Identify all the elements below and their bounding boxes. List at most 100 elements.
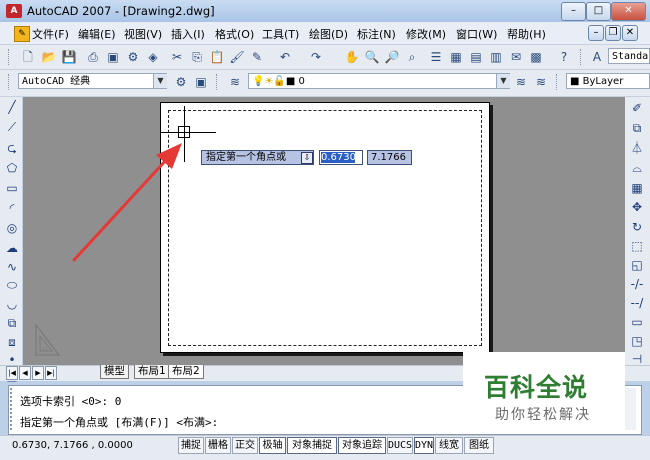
menu-tools[interactable]: 工具(T) [262, 26, 299, 42]
toolbar-grip[interactable] [556, 74, 560, 90]
close-button[interactable]: ✕ [611, 2, 646, 21]
3d-dwf-icon[interactable]: ◈ [144, 48, 162, 66]
last-tab-button[interactable]: ▶| [45, 366, 57, 380]
copy-icon[interactable]: ⎘ [188, 48, 206, 66]
workspace-save-icon[interactable]: ▣ [192, 73, 210, 91]
menu-file[interactable]: 文件(F) [32, 26, 69, 42]
text-style-icon[interactable]: A [588, 48, 606, 66]
scale-icon[interactable]: ⬚ [628, 238, 646, 255]
dyn-toggle[interactable]: DYN [414, 437, 434, 454]
menu-draw[interactable]: 绘图(D) [309, 26, 348, 42]
snap-toggle[interactable]: 捕捉 [178, 437, 204, 454]
command-window-grip[interactable] [10, 388, 15, 430]
break-icon[interactable]: ▭ [628, 314, 646, 331]
document-icon[interactable]: ✎ [14, 26, 30, 42]
color-combo[interactable]: ■ ByLayer [566, 73, 650, 89]
cursor-coordinates[interactable]: 0.6730, 7.1766 , 0.0000 [12, 440, 133, 451]
cut-icon[interactable]: ✂ [168, 48, 186, 66]
array-icon[interactable]: ▦ [628, 180, 646, 197]
doc-minimize-button[interactable]: – [588, 25, 604, 41]
help-icon[interactable]: ? [555, 48, 573, 66]
open-file-icon[interactable]: 📂 [40, 48, 58, 66]
layer-manager-icon[interactable]: ≋ [226, 73, 244, 91]
offset-icon[interactable]: ⌓ [628, 160, 646, 177]
revision-cloud-icon[interactable]: ☁ [3, 240, 21, 257]
toolbar-grip[interactable] [8, 49, 12, 65]
ducs-toggle[interactable]: DUCS [387, 437, 413, 454]
layer-dropdown-icon[interactable]: ▼ [496, 74, 510, 88]
ellipse-icon[interactable]: ⬭ [3, 277, 21, 294]
menu-window[interactable]: 窗口(W) [456, 26, 497, 42]
workspace-combo[interactable]: AutoCAD 经典 [18, 73, 167, 89]
menu-insert[interactable]: 插入(I) [171, 26, 205, 42]
autocad-app-icon[interactable]: A [6, 4, 22, 18]
paper-model-toggle[interactable]: 图纸 [464, 437, 494, 454]
command-prompt-line[interactable]: 指定第一个角点或 [布满(F)] <布满>: [20, 414, 218, 430]
match-properties-icon[interactable]: 🖌 [228, 48, 246, 66]
polar-toggle[interactable]: 极轴 [259, 437, 286, 454]
pan-icon[interactable]: ✋ [343, 48, 361, 66]
rectangle-icon[interactable]: ▭ [3, 180, 21, 197]
extend-icon[interactable]: --/ [628, 295, 646, 312]
text-style-combo[interactable]: Standa [608, 48, 650, 64]
next-tab-button[interactable]: ▶ [32, 366, 44, 380]
zoom-realtime-icon[interactable]: 🔍 [363, 48, 381, 66]
maximize-button[interactable]: □ [586, 2, 611, 21]
menu-edit[interactable]: 编辑(E) [78, 26, 116, 42]
tab-layout2[interactable]: 布局2 [168, 365, 204, 379]
copy-object-icon[interactable]: ⧉ [628, 120, 646, 137]
construction-line-icon[interactable]: ⟋ [3, 119, 21, 136]
polyline-icon[interactable]: ⮎ [3, 140, 21, 157]
markup-icon[interactable]: ✉ [507, 48, 525, 66]
calculator-icon[interactable]: ▩ [527, 48, 545, 66]
circle-icon[interactable]: ◎ [3, 220, 21, 237]
menu-format[interactable]: 格式(O) [215, 26, 254, 42]
insert-block-icon[interactable]: ⧉ [3, 315, 21, 332]
otrack-toggle[interactable]: 对象追踪 [338, 437, 386, 454]
first-tab-button[interactable]: |◀ [6, 366, 18, 380]
properties-icon[interactable]: ☰ [427, 48, 445, 66]
trim-icon[interactable]: -/- [628, 276, 646, 293]
chamfer-icon[interactable]: ◳ [628, 333, 646, 350]
layer-previous-icon[interactable]: ≋ [532, 73, 550, 91]
tab-layout1[interactable]: 布局1 [134, 365, 170, 379]
publish-icon[interactable]: ⚙ [124, 48, 142, 66]
lineweight-toggle[interactable]: 线宽 [435, 437, 463, 454]
layer-combo[interactable]: 💡☀🔓■ 0 [248, 73, 510, 89]
osnap-toggle[interactable]: 对象捕捉 [287, 437, 337, 454]
design-center-icon[interactable]: ▦ [447, 48, 465, 66]
arc-icon[interactable]: ◜ [3, 200, 21, 217]
menu-help[interactable]: 帮助(H) [507, 26, 546, 42]
workspace-settings-icon[interactable]: ⚙ [172, 73, 190, 91]
undo-icon[interactable]: ↶ [276, 48, 294, 66]
zoom-window-icon[interactable]: 🔎 [383, 48, 401, 66]
block-editor-icon[interactable]: ✎ [248, 48, 266, 66]
toolbar-grip[interactable] [8, 74, 12, 90]
minimize-button[interactable]: – [561, 2, 586, 21]
paste-icon[interactable]: 📋 [208, 48, 226, 66]
sheet-set-icon[interactable]: ▥ [487, 48, 505, 66]
plot-icon[interactable]: ⎙ [84, 48, 102, 66]
tab-model[interactable]: 模型 [100, 365, 129, 379]
stretch-icon[interactable]: ◱ [628, 257, 646, 274]
ellipse-arc-icon[interactable]: ◡ [3, 296, 21, 313]
toolbar-grip[interactable] [216, 74, 220, 90]
doc-close-button[interactable]: ✕ [622, 25, 638, 41]
styles-toolbar-grip[interactable] [580, 49, 584, 65]
previous-tab-button[interactable]: ◀ [19, 366, 31, 380]
plot-preview-icon[interactable]: ▣ [104, 48, 122, 66]
redo-icon[interactable]: ↷ [307, 48, 325, 66]
new-file-icon[interactable]: 🗋 [19, 48, 37, 66]
zoom-previous-icon[interactable]: ⌕ [403, 48, 421, 66]
doc-restore-button[interactable]: ❐ [605, 25, 621, 41]
rotate-icon[interactable]: ↻ [628, 219, 646, 236]
mirror-icon[interactable]: ⏃ [628, 140, 646, 157]
ortho-toggle[interactable]: 正交 [232, 437, 258, 454]
menu-view[interactable]: 视图(V) [124, 26, 162, 42]
polygon-icon[interactable]: ⬠ [3, 160, 21, 177]
tool-palettes-icon[interactable]: ▤ [467, 48, 485, 66]
save-icon[interactable]: 💾 [60, 48, 78, 66]
line-icon[interactable]: ╱ [3, 99, 21, 116]
grid-toggle[interactable]: 栅格 [205, 437, 231, 454]
move-icon[interactable]: ✥ [628, 199, 646, 216]
